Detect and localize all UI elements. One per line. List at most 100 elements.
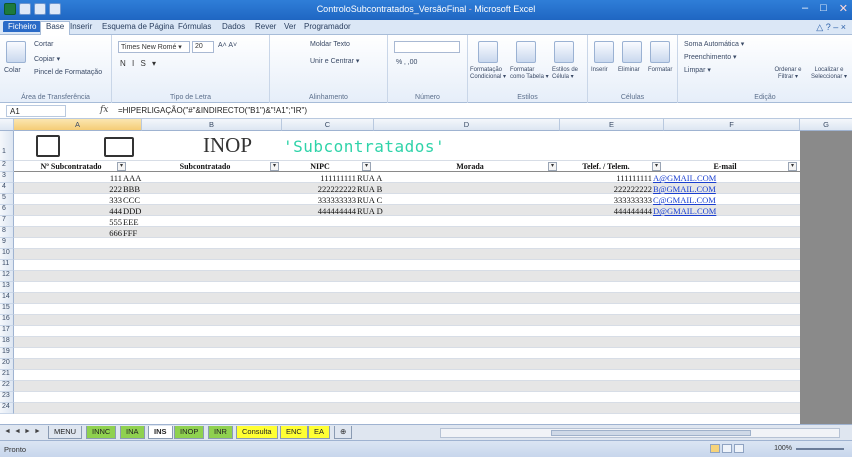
filter-dropdown-e[interactable]: ▾ (652, 162, 661, 171)
number-format-select[interactable] (394, 41, 460, 53)
row-header[interactable]: 19 (0, 348, 14, 359)
column-header-c[interactable]: C (282, 119, 374, 131)
font-size-select[interactable]: 20 (192, 41, 214, 53)
tab-view[interactable]: Ver (284, 22, 296, 31)
row-header[interactable]: 13 (0, 282, 14, 293)
tab-data[interactable]: Dados (222, 22, 245, 31)
tab-review[interactable]: Rever (255, 22, 276, 31)
cell-email[interactable]: B@GMAIL.COM (653, 184, 773, 194)
cell-styles-button[interactable]: Estilos de Célula ▾ (552, 67, 588, 80)
sheet-tab[interactable]: MENU (48, 426, 83, 439)
format-table-icon[interactable] (516, 41, 536, 63)
row-header[interactable]: 20 (0, 359, 14, 370)
wrap-text-button[interactable]: Moldar Texto (310, 41, 350, 48)
find-select-button[interactable]: Localizar e Seleccionar ▾ (808, 67, 850, 80)
column-header-f[interactable]: F (664, 119, 800, 131)
row-header-2[interactable]: 2 (0, 161, 14, 172)
sheet-nav-next[interactable]: ► (24, 428, 31, 435)
tab-page-layout[interactable]: Esquema de Página (102, 22, 174, 31)
row-header[interactable]: 23 (0, 392, 14, 403)
format-button[interactable]: Formatar (648, 67, 672, 73)
cell-email[interactable]: D@GMAIL.COM (653, 206, 773, 216)
delete-button[interactable]: Eliminar (618, 67, 640, 73)
sheet-tab[interactable]: INOP (174, 426, 205, 439)
column-header-d[interactable]: D (374, 119, 560, 131)
close-button[interactable]: ✕ (839, 2, 848, 15)
conditional-format-icon[interactable] (478, 41, 498, 63)
sheet-nav-first[interactable]: ◄ (4, 428, 11, 435)
row-header[interactable]: 11 (0, 260, 14, 271)
row-header[interactable]: 10 (0, 249, 14, 260)
cut-button[interactable]: Cortar (34, 41, 53, 48)
copy-button[interactable]: Copiar ▾ (34, 55, 60, 63)
tab-file[interactable]: Ficheiro (3, 21, 42, 32)
zoom-level[interactable]: 100% (774, 445, 792, 452)
filter-dropdown-b[interactable]: ▾ (270, 162, 279, 171)
row-header[interactable]: 24 (0, 403, 14, 414)
row-header[interactable]: 22 (0, 381, 14, 392)
fill-button[interactable]: Preenchimento ▾ (684, 53, 737, 61)
name-box[interactable]: A1 (6, 105, 66, 117)
row-header[interactable]: 5 (0, 194, 14, 205)
sheet-tab[interactable]: INA (120, 426, 145, 439)
row-header[interactable]: 7 (0, 216, 14, 227)
select-all-corner[interactable] (0, 119, 14, 131)
conditional-format-button[interactable]: Formatação Condicional ▾ (470, 67, 510, 80)
row-header-1[interactable]: 1 (0, 131, 14, 161)
bold-italic-underline[interactable]: N I S ▾ (120, 59, 158, 68)
fx-icon[interactable]: fx (100, 105, 108, 115)
home-shape-icon[interactable] (36, 135, 60, 157)
page-break-view-button[interactable] (734, 444, 744, 453)
insert-cells-icon[interactable] (594, 41, 614, 63)
blank-shape[interactable] (104, 137, 134, 157)
format-cells-icon[interactable] (650, 41, 670, 63)
row-header[interactable]: 18 (0, 337, 14, 348)
sheet-tab[interactable]: ENC (280, 426, 308, 439)
maximize-button[interactable]: □ (820, 2, 827, 15)
sort-filter-button[interactable]: Ordenar e Filtrar ▾ (768, 67, 808, 80)
font-grow-shrink[interactable]: A˄ A˅ (218, 42, 237, 49)
column-header-e[interactable]: E (560, 119, 664, 131)
paste-button[interactable]: Colar (4, 67, 21, 74)
row-header[interactable]: 4 (0, 183, 14, 194)
sheet-tab[interactable]: Consulta (236, 426, 278, 439)
page-layout-view-button[interactable] (722, 444, 732, 453)
sheet-nav-prev[interactable]: ◄ (14, 428, 21, 435)
percent-button[interactable]: % ‚ ,00 (396, 59, 417, 66)
sheet-nav-last[interactable]: ► (34, 428, 41, 435)
row-header[interactable]: 3 (0, 172, 14, 183)
horizontal-scrollbar[interactable] (440, 428, 840, 438)
column-header-a[interactable]: A (14, 119, 142, 131)
filter-dropdown-a[interactable]: ▾ (117, 162, 126, 171)
font-name-select[interactable]: Times New Romé ▾ (118, 41, 190, 53)
tab-formulas[interactable]: Fórmulas (178, 22, 211, 31)
row-header[interactable]: 12 (0, 271, 14, 282)
row-header[interactable]: 15 (0, 304, 14, 315)
zoom-slider[interactable] (796, 448, 844, 450)
formula-input[interactable]: =HIPERLIGAÇÃO("#"&INDIRECTO("B1")&"!A1";… (118, 106, 307, 115)
autosum-button[interactable]: Soma Automática ▾ (684, 40, 744, 48)
filter-dropdown-f[interactable]: ▾ (788, 162, 797, 171)
cell-styles-icon[interactable] (554, 41, 574, 63)
column-header-b[interactable]: B (142, 119, 282, 131)
tab-base[interactable]: Base (40, 21, 71, 35)
row-header[interactable]: 16 (0, 315, 14, 326)
row-header[interactable]: 21 (0, 370, 14, 381)
format-table-button[interactable]: Formatar como Tabela ▾ (510, 67, 550, 80)
merge-center-button[interactable]: Unir e Centrar ▾ (310, 57, 359, 65)
row-header[interactable]: 6 (0, 205, 14, 216)
insert-button[interactable]: Inserir (591, 67, 608, 73)
column-header-g[interactable]: G (800, 119, 852, 131)
sheet-tab[interactable]: INNC (86, 426, 117, 439)
row-header[interactable]: 17 (0, 326, 14, 337)
cell-email[interactable]: A@GMAIL.COM (653, 173, 773, 183)
tab-developer[interactable]: Programador (304, 22, 351, 31)
sheet-tab[interactable]: INS (148, 426, 173, 439)
sheet-tab[interactable]: EA (308, 426, 331, 439)
delete-cells-icon[interactable] (622, 41, 642, 63)
normal-view-button[interactable] (710, 444, 720, 453)
row-header[interactable]: 9 (0, 238, 14, 249)
tab-insert[interactable]: Inserir (70, 22, 92, 31)
row-header[interactable]: 8 (0, 227, 14, 238)
horizontal-scroll-thumb[interactable] (551, 430, 751, 436)
